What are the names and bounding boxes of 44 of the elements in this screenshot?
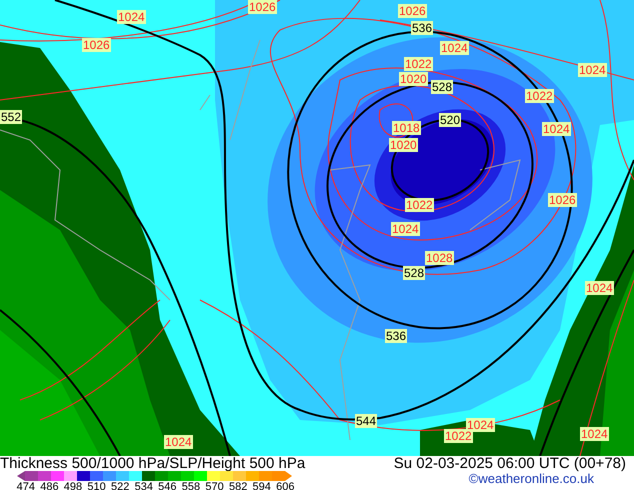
isobar-label: 1028 — [425, 251, 454, 265]
legend-right-arrow-icon — [285, 471, 292, 481]
isobar-label: 1024 — [580, 427, 609, 441]
legend-tick-label: 474 — [16, 481, 36, 490]
legend-tick-label: 522 — [110, 481, 130, 490]
isobar-label: 1020 — [389, 138, 418, 152]
height-contour-label: 528 — [403, 266, 426, 280]
isobar-label: 1026 — [82, 38, 111, 52]
legend-tick-label: 594 — [252, 481, 272, 490]
isobar-label: 1024 — [391, 222, 420, 236]
legend-tick-label: 582 — [228, 481, 248, 490]
height-contour-label: 552 — [0, 110, 22, 124]
legend-tick-label: 534 — [134, 481, 154, 490]
isobar-label: 1026 — [548, 193, 577, 207]
isobar-label: 1026 — [248, 0, 277, 14]
legend-tick-label: 570 — [204, 481, 225, 490]
height-contour-label: 520 — [439, 113, 462, 127]
legend-tick-label: 486 — [39, 481, 60, 490]
height-contour-label: 544 — [355, 414, 378, 428]
height-contour-label: 536 — [411, 21, 434, 35]
isobar-label: 1020 — [399, 72, 428, 86]
legend-tick-label: 606 — [275, 481, 296, 490]
isobar-label: 1022 — [404, 57, 433, 71]
isobar-label: 1022 — [405, 198, 434, 212]
forecast-datetime: Su 02-03-2025 06:00 UTC (00+78) — [394, 456, 626, 471]
isobar-label: 1024 — [440, 41, 469, 55]
map-title: Thickness 500/1000 hPa/SLP/Height 500 hPa — [0, 456, 306, 471]
isobar-label: 1024 — [164, 435, 193, 449]
isobar-label: 1022 — [444, 429, 473, 443]
legend-tick-label: 510 — [86, 481, 107, 490]
isobar-label: 1024 — [578, 63, 607, 77]
isobar-label: 1024 — [117, 10, 146, 24]
legend-left-arrow-icon — [17, 471, 25, 481]
isobar-label: 1024 — [585, 281, 614, 295]
isobar-label: 1024 — [466, 418, 495, 432]
height-contour-label: 536 — [385, 329, 408, 343]
isobar-label: 1018 — [392, 121, 421, 135]
isobar-label: 1024 — [542, 122, 571, 136]
height-contour-label: 528 — [431, 80, 454, 94]
isobar-label: 1026 — [398, 4, 427, 18]
legend-tick-label: 498 — [62, 481, 84, 490]
legend-tick-label: 558 — [180, 481, 202, 490]
isobar-label: 1022 — [525, 89, 554, 103]
legend-tick-label: 546 — [157, 481, 178, 490]
